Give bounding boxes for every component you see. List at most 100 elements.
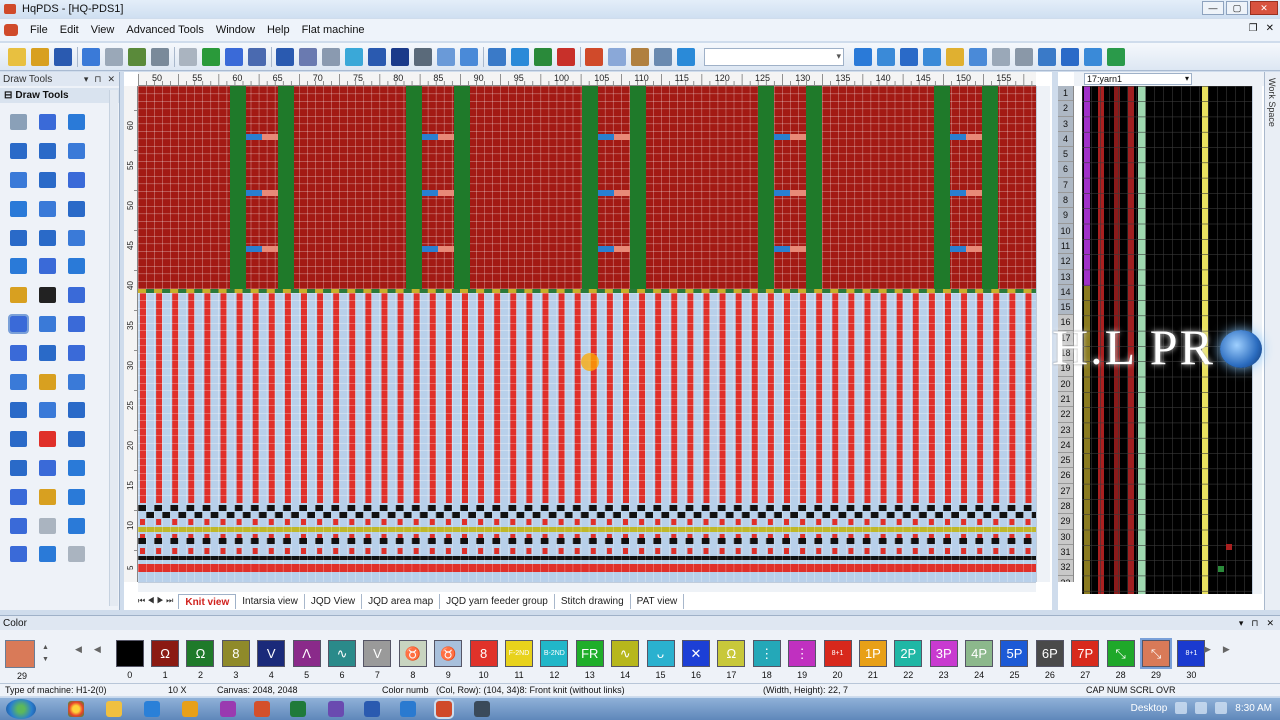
toolbar-button-icon[interactable]: [8, 47, 26, 66]
color-swatch[interactable]: ♉ 9: [431, 640, 466, 680]
color-swatch[interactable]: 1P 21: [855, 640, 890, 680]
tab-pat-view[interactable]: PAT view: [631, 593, 685, 609]
toolbar-button-icon[interactable]: [992, 47, 1010, 66]
toolbar-button-icon[interactable]: [460, 47, 478, 66]
cloud-tool[interactable]: [33, 540, 62, 569]
toolbar-button-icon[interactable]: [854, 47, 872, 66]
camtasia-icon[interactable]: [474, 701, 490, 717]
line-tool[interactable]: [33, 137, 62, 166]
knit-canvas[interactable]: [138, 86, 1036, 582]
yarn-select[interactable]: 17:yarn1: [1084, 73, 1192, 85]
color-swatch[interactable]: 4P 24: [961, 640, 996, 680]
brush-tool[interactable]: [4, 281, 33, 310]
toolbar-button-icon[interactable]: [345, 47, 363, 66]
tray-icon[interactable]: [1175, 702, 1188, 714]
color-swatch[interactable]: ∿ 6: [324, 640, 359, 680]
fill-gradient-tool[interactable]: [62, 367, 91, 396]
rectangle-tool[interactable]: [4, 166, 33, 195]
toolbar-button-icon[interactable]: [368, 47, 386, 66]
color-swatch[interactable]: ⤡ 28: [1103, 640, 1138, 680]
media-player-icon[interactable]: [106, 701, 122, 717]
round-rect-tool[interactable]: [62, 166, 91, 195]
color-swatch[interactable]: 6P 26: [1032, 640, 1067, 680]
rotate-tool[interactable]: [62, 511, 91, 540]
onenote-icon[interactable]: [220, 701, 236, 717]
desktop-toolbar-label[interactable]: Desktop: [1131, 703, 1168, 714]
network-icon[interactable]: [1195, 702, 1208, 714]
menu-file[interactable]: File: [24, 24, 54, 36]
toolbar-button-icon[interactable]: [557, 47, 575, 66]
toolbar-button-icon[interactable]: [923, 47, 941, 66]
pattern-tool[interactable]: [4, 310, 33, 339]
ie-icon[interactable]: [144, 701, 160, 717]
rect-select-tool[interactable]: [33, 108, 62, 137]
toolbar-button-icon[interactable]: [608, 47, 626, 66]
menu-edit[interactable]: Edit: [54, 24, 85, 36]
excel-icon[interactable]: [290, 701, 306, 717]
toolbar-button-icon[interactable]: [82, 47, 100, 66]
toolbar-button-icon[interactable]: [391, 47, 409, 66]
ellipse-tool[interactable]: [33, 194, 62, 223]
bars-tool[interactable]: [62, 310, 91, 339]
filled-circle-tool[interactable]: [62, 252, 91, 281]
chart-tool[interactable]: [33, 425, 62, 454]
copy-tool[interactable]: [33, 396, 62, 425]
distribute-tool[interactable]: [4, 425, 33, 454]
menu-window[interactable]: Window: [210, 24, 261, 36]
app-menu-icon[interactable]: [4, 24, 18, 36]
fill-tool[interactable]: [4, 367, 33, 396]
toolbar-button-icon[interactable]: [585, 47, 603, 66]
color-swatch[interactable]: Ω1: [147, 640, 182, 680]
color-swatch[interactable]: 5P 25: [997, 640, 1032, 680]
transform-tool[interactable]: [4, 454, 33, 483]
panel-close-icon[interactable]: ✕: [107, 74, 115, 85]
toolbar-button-icon[interactable]: [511, 47, 529, 66]
work-space-side-tab[interactable]: Work Space: [1264, 72, 1280, 610]
color-swatch[interactable]: V7: [360, 640, 395, 680]
toolbar-combo[interactable]: [704, 47, 844, 66]
tab-knit-view[interactable]: Knit view: [178, 593, 237, 609]
toolbar-button-icon[interactable]: [414, 47, 432, 66]
canvas-vertical-scrollbar[interactable]: [1036, 86, 1050, 582]
next-icon[interactable]: ▶: [1204, 644, 1211, 655]
grid-tool[interactable]: [33, 338, 62, 367]
color-swatch[interactable]: ⋮ 19: [784, 640, 819, 680]
color-swatch[interactable]: 0: [112, 640, 147, 680]
toolbar-button-icon[interactable]: [225, 47, 243, 66]
mdi-restore-icon[interactable]: ❐: [1249, 23, 1258, 34]
toolbar-button-icon[interactable]: [322, 47, 340, 66]
toolbar-button-icon[interactable]: [437, 47, 455, 66]
draw-tools-scrollbar[interactable]: [109, 90, 118, 606]
circle-tool[interactable]: [33, 252, 62, 281]
color-swatch[interactable]: Ω 17: [714, 640, 749, 680]
color-swatch[interactable]: 8 10: [466, 640, 501, 680]
filled-rect-tool[interactable]: [33, 166, 62, 195]
toolbar-button-icon[interactable]: [1015, 47, 1033, 66]
stamp-tool[interactable]: [62, 338, 91, 367]
toolbar-button-icon[interactable]: [969, 47, 987, 66]
mirror-tool[interactable]: [33, 454, 62, 483]
toolbar-button-icon[interactable]: [534, 47, 552, 66]
toolbar-button-icon[interactable]: [631, 47, 649, 66]
parallelogram-tool[interactable]: [4, 252, 33, 281]
explorer-icon[interactable]: [182, 701, 198, 717]
color-swatch[interactable]: ⋮ 18: [749, 640, 784, 680]
minimize-button[interactable]: —: [1202, 1, 1224, 15]
color-pin-icon[interactable]: ⊓: [1251, 618, 1258, 629]
hqpds-taskbar-icon[interactable]: [434, 699, 454, 719]
toolbar-button-icon[interactable]: [1084, 47, 1102, 66]
visio-icon[interactable]: [328, 701, 344, 717]
toolbar-button-icon[interactable]: [179, 47, 197, 66]
powerpoint-icon[interactable]: [254, 701, 270, 717]
panel-dropdown-icon[interactable]: ▾: [84, 74, 89, 85]
diamond-tool[interactable]: [4, 223, 33, 252]
volume-icon[interactable]: [1215, 702, 1228, 714]
toolbar-button-icon[interactable]: [248, 47, 266, 66]
fill-color-tool[interactable]: [33, 367, 62, 396]
color-swatch[interactable]: 7P 27: [1068, 640, 1103, 680]
toolbar-button-icon[interactable]: [299, 47, 317, 66]
collapse-icon[interactable]: ⊟: [4, 90, 12, 101]
prev-page-icon[interactable]: ◀: [94, 644, 101, 655]
image-tool[interactable]: [62, 540, 91, 569]
toolbar-button-icon[interactable]: [900, 47, 918, 66]
